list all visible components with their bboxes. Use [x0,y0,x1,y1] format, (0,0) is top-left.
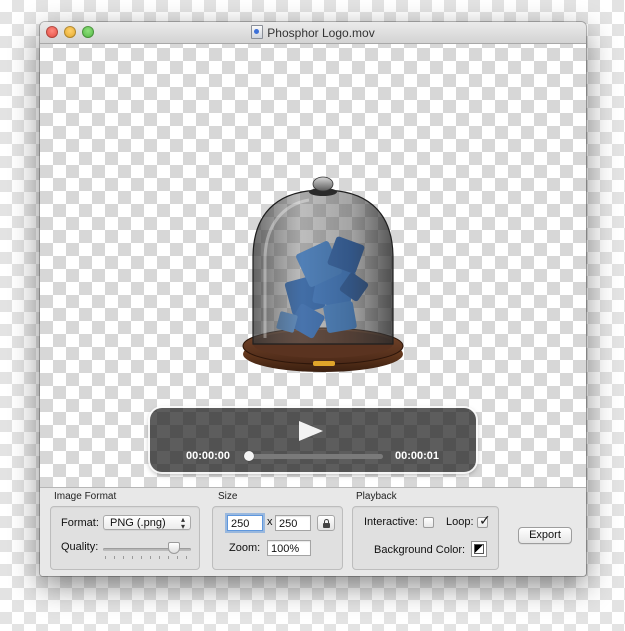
size-group: 250 x 250 Zoom: 100% [212,506,343,570]
quality-slider-knob[interactable] [167,542,180,554]
slider-tick [114,556,115,559]
app-window: Phosphor Logo.mov 00:00:00 00:00:01 Imag… [40,22,586,576]
interactive-label: Interactive: [364,516,418,528]
slider-tick [141,556,142,559]
times-label: x [267,516,273,528]
phosphor-logo-artwork [242,176,404,372]
format-select-value: PNG (.png) [110,517,166,529]
slider-tick [132,556,133,559]
titlebar[interactable]: Phosphor Logo.mov [40,22,586,44]
window-title-container: Phosphor Logo.mov [40,25,586,40]
image-format-group: Format: PNG (.png) ▴ ▾ Quality: [50,506,200,570]
slider-tick [150,556,151,559]
checkmark-icon: ✓ [479,512,491,528]
playback-controller: 00:00:00 00:00:01 [150,408,476,472]
image-format-group-label: Image Format [54,491,117,502]
slider-tick [186,556,187,559]
play-icon[interactable] [299,421,323,441]
playback-group: Interactive: Loop: ✓ Background Color: [352,506,499,570]
settings-panel: Image Format Format: PNG (.png) ▴ ▾ Quali… [40,487,586,576]
interactive-checkbox[interactable] [423,517,434,528]
loop-checkbox[interactable]: ✓ [477,513,491,528]
zoom-field[interactable]: 100% [267,540,311,556]
scrubber-knob[interactable] [244,451,254,461]
quality-label: Quality: [61,541,99,553]
elapsed-time: 00:00:00 [186,450,231,462]
window-title: Phosphor Logo.mov [267,26,375,40]
lock-aspect-button[interactable] [317,515,335,531]
slider-tick [177,556,178,559]
slider-tick [105,556,106,559]
zoom-label: Zoom: [229,542,261,554]
format-label: Format: [61,517,99,529]
total-time: 00:00:01 [395,450,440,462]
playback-group-label: Playback [356,491,397,502]
background-color-well[interactable] [471,541,487,557]
size-group-label: Size [218,491,238,502]
slider-tick [159,556,160,559]
export-button[interactable]: Export [518,527,572,544]
background-color-label: Background Color: [374,544,466,556]
color-swatch [474,544,484,554]
format-select[interactable]: PNG (.png) ▴ ▾ [103,515,191,531]
select-arrows-icon: ▴ ▾ [180,515,185,531]
slider-tick [123,556,124,559]
scrubber-track[interactable] [248,454,383,459]
loop-label: Loop: [446,516,474,528]
width-field[interactable]: 250 [227,515,263,531]
height-field[interactable]: 250 [275,515,311,531]
slider-tick [168,556,169,559]
movie-document-icon [251,25,264,39]
